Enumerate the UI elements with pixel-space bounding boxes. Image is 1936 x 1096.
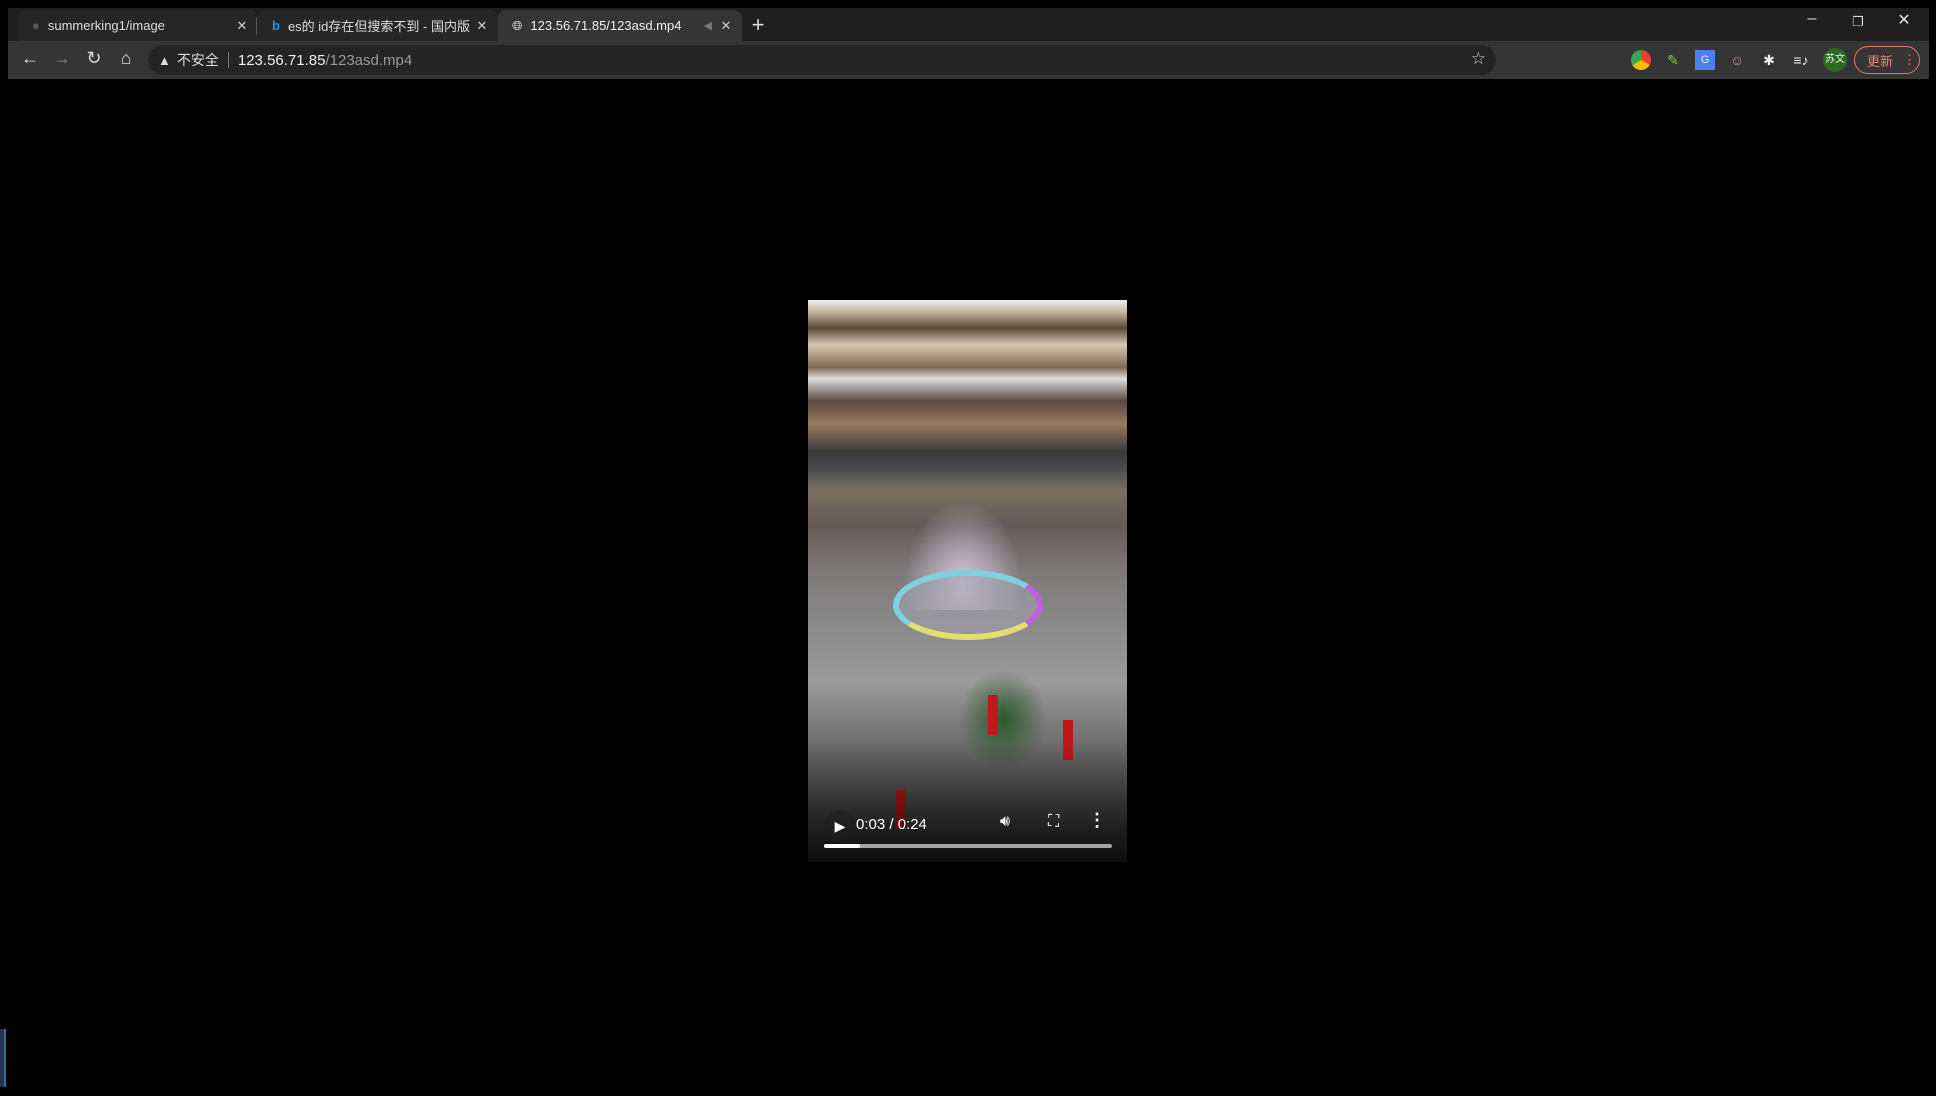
security-label[interactable]: 不安全 <box>177 50 219 70</box>
back-button[interactable]: ← <box>18 48 42 69</box>
tab-strip: ● summerking1/image ✕ b es的 id存在但搜索不到 - … <box>8 8 1929 41</box>
tab-github[interactable]: ● summerking1/image ✕ <box>18 10 258 41</box>
close-tab-icon[interactable]: ✕ <box>472 18 492 34</box>
face-extension-icon[interactable]: ☺ <box>1727 50 1747 70</box>
bookmark-star-icon[interactable]: ☆ <box>1471 49 1486 69</box>
close-tab-icon[interactable]: ✕ <box>716 18 736 34</box>
progress-fill <box>824 844 860 848</box>
toolbar: ← → ↻ ⌂ ▲ 不安全 123.56.71.85/123asd.mp4 ☆ … <box>8 41 1929 79</box>
divider <box>227 52 229 68</box>
fullscreen-icon[interactable]: ⛶ <box>1048 813 1059 831</box>
tab-title: summerking1/image <box>47 18 165 33</box>
url-host: 123.56.71.85 <box>237 51 326 69</box>
tab-title: es的 id存在但搜索不到 - 国内版 <box>287 19 470 34</box>
github-icon: ● <box>32 18 40 33</box>
puzzle-icon[interactable]: ✱ <box>1759 50 1779 70</box>
progress-slider[interactable] <box>824 844 1112 848</box>
reload-button[interactable]: ↻ <box>82 48 106 69</box>
menu-dots-icon: ⋮ <box>1903 52 1917 67</box>
globe-icon: 🌐︎ <box>512 17 523 33</box>
update-label: 更新 <box>1867 53 1894 69</box>
restore-button[interactable]: ❐ <box>1838 14 1878 30</box>
fountain <box>893 570 1043 640</box>
home-button[interactable]: ⌂ <box>114 48 138 69</box>
url-path: /123asd.mp4 <box>325 51 413 69</box>
chrome-color-icon[interactable] <box>1631 50 1651 70</box>
flag <box>988 695 998 735</box>
warning-icon: ▲ <box>158 52 171 68</box>
update-button[interactable]: 更新 ⋮ <box>1854 46 1920 74</box>
tab-title: 123.56.71.85/123asd.mp4 <box>530 18 682 33</box>
more-options-icon[interactable]: ⋮ <box>1088 810 1106 831</box>
volume-icon[interactable]: 🔊︎ <box>1000 813 1010 831</box>
bing-icon: b <box>272 18 280 33</box>
eyedropper-icon[interactable]: ✎ <box>1663 50 1683 70</box>
google-translate-icon[interactable]: G <box>1695 50 1715 70</box>
avatar[interactable]: 苏文 <box>1823 48 1847 72</box>
new-tab-button[interactable]: + <box>746 12 770 38</box>
address-bar[interactable]: ▲ 不安全 123.56.71.85/123asd.mp4 ☆ <box>148 45 1496 75</box>
forward-button[interactable]: → <box>50 48 74 69</box>
tab-video[interactable]: 🌐︎ 123.56.71.85/123asd.mp4 ◀︎ ✕ <box>498 10 742 41</box>
close-window-button[interactable]: ✕ <box>1884 10 1924 30</box>
tab-bing[interactable]: b es的 id存在但搜索不到 - 国内版 ✕ <box>258 10 498 41</box>
media-control-icon[interactable]: ≡♪ <box>1791 50 1811 70</box>
minimize-button[interactable]: – <box>1792 10 1832 28</box>
time-display: 0:03 / 0:24 <box>856 816 927 833</box>
video-player[interactable]: ▶ 0:03 / 0:24 🔊︎ ⛶ ⋮ <box>808 300 1127 862</box>
close-tab-icon[interactable]: ✕ <box>232 18 252 34</box>
speaker-muted-icon[interactable]: ◀︎ <box>704 19 712 32</box>
tab-divider <box>256 17 257 35</box>
play-button[interactable]: ▶ <box>824 810 856 842</box>
taskbar-edge <box>0 1029 6 1087</box>
